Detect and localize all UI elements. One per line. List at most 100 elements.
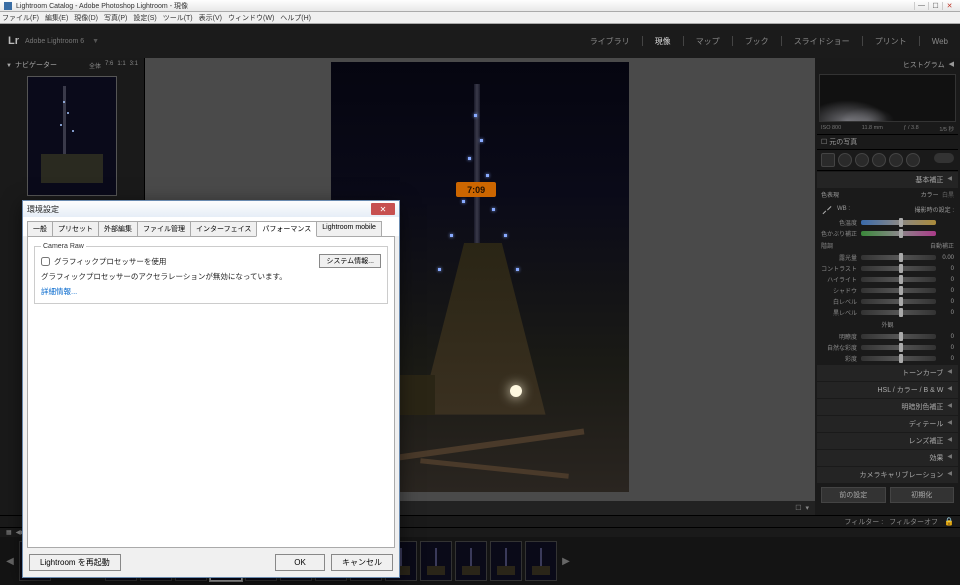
ok-button[interactable]: OK [275, 554, 325, 571]
filter-off[interactable]: フィルターオフ [889, 517, 938, 527]
maximize-button[interactable]: ☐ [928, 2, 942, 10]
module-slideshow[interactable]: スライドショー [790, 36, 854, 47]
thumb[interactable] [455, 541, 487, 581]
redeye-tool-icon[interactable] [855, 153, 869, 167]
close-button[interactable]: ✕ [942, 2, 956, 10]
dialog-title: 環境設定 [27, 204, 59, 215]
clarity-slider[interactable] [861, 334, 936, 339]
section-calibration[interactable]: カメラキャリブレーション◀ [817, 467, 958, 483]
shadows-slider[interactable] [861, 288, 936, 293]
preferences-dialog: 環境設定 ✕ 一般 プリセット 外部編集 ファイル管理 インターフェイス パフォ… [22, 200, 400, 578]
window-title: Lightroom Catalog - Adobe Photoshop Ligh… [16, 1, 188, 11]
brush-tool-icon[interactable] [906, 153, 920, 167]
section-split[interactable]: 明暗別色補正◀ [817, 399, 958, 415]
restart-button[interactable]: Lightroom を再起動 [29, 554, 121, 571]
panel-switch[interactable] [934, 153, 954, 163]
reset-button[interactable]: 初期化 [890, 487, 955, 503]
saturation-slider[interactable] [861, 356, 936, 361]
histogram-header[interactable]: ヒストグラム ◀ [817, 58, 958, 72]
filmstrip-right-arrow[interactable]: ▶ [560, 556, 572, 567]
toolbar-chevron-icon[interactable]: ▾ [805, 504, 809, 512]
tab-performance[interactable]: パフォーマンス [256, 221, 317, 237]
filmstrip-left-arrow[interactable]: ◀ [4, 556, 16, 567]
treatment-color[interactable]: カラー [921, 193, 939, 199]
histogram[interactable] [819, 74, 956, 122]
wb-eyedropper-icon[interactable] [821, 203, 833, 215]
basic-panel-header[interactable]: 基本補正◀ [817, 172, 958, 188]
tab-interface[interactable]: インターフェイス [190, 221, 257, 236]
minimize-button[interactable]: — [914, 2, 928, 10]
menu-edit[interactable]: 編集(E) [45, 13, 68, 23]
section-effects[interactable]: 効果◀ [817, 450, 958, 466]
dialog-close-button[interactable]: ✕ [371, 203, 395, 215]
crop-tool-icon[interactable] [821, 153, 835, 167]
section-hsl[interactable]: HSL / カラー / B & W◀ [817, 382, 958, 398]
tab-filehandling[interactable]: ファイル管理 [137, 221, 191, 236]
module-develop[interactable]: 現像 [651, 36, 675, 47]
wb-label: WB : [837, 206, 850, 212]
previous-settings-button[interactable]: 前の設定 [821, 487, 886, 503]
vibrance-slider[interactable] [861, 345, 936, 350]
tint-slider[interactable] [861, 231, 936, 236]
contrast-slider[interactable] [861, 266, 936, 271]
auto-tone-button[interactable]: 自動補正 [930, 241, 954, 250]
temp-slider[interactable] [861, 220, 936, 225]
navigator-preview[interactable] [27, 76, 117, 196]
whites-slider[interactable] [861, 299, 936, 304]
module-book[interactable]: ブック [741, 36, 773, 47]
module-picker: ライブラリ 現像 マップ ブック スライドショー プリント Web [586, 36, 952, 47]
dialog-footer: Lightroom を再起動 OK キャンセル [23, 548, 399, 577]
use-gpu-checkbox[interactable] [41, 257, 50, 266]
histo-iso: ISO 800 [821, 125, 841, 133]
filter-lock-icon[interactable]: 🔒 [944, 517, 954, 526]
camera-raw-group: Camera Raw システム情報... グラフィックプロセッサーを使用 グラフ… [34, 243, 388, 304]
tab-mobile[interactable]: Lightroom mobile [316, 221, 382, 236]
menu-view[interactable]: 表示(V) [199, 13, 222, 23]
cancel-button[interactable]: キャンセル [331, 554, 393, 571]
system-info-button[interactable]: システム情報... [319, 254, 381, 268]
module-map[interactable]: マップ [692, 36, 724, 47]
module-print[interactable]: プリント [871, 36, 911, 47]
menu-tools[interactable]: ツール(T) [163, 13, 193, 23]
section-lens[interactable]: レンズ補正◀ [817, 433, 958, 449]
original-photo-toggle[interactable]: ☐ 元の写真 [817, 134, 958, 150]
spot-tool-icon[interactable] [838, 153, 852, 167]
details-link[interactable]: 詳細情報... [41, 286, 77, 297]
section-detail[interactable]: ディテール◀ [817, 416, 958, 432]
exposure-slider[interactable] [861, 255, 936, 260]
zoom-1to1[interactable]: 1:1 [117, 61, 125, 70]
menu-settings[interactable]: 設定(S) [133, 13, 156, 23]
module-library[interactable]: ライブラリ [586, 36, 634, 47]
lr-brand: Adobe Lightroom 6 [25, 38, 84, 45]
section-tonecurve[interactable]: トーンカーブ◀ [817, 365, 958, 381]
blacks-slider[interactable] [861, 310, 936, 315]
zoom-extra[interactable]: 7:6 [105, 61, 113, 70]
tab-external[interactable]: 外部編集 [98, 221, 138, 236]
tab-presets[interactable]: プリセット [52, 221, 99, 236]
menu-photo[interactable]: 写真(P) [104, 13, 127, 23]
highlights-slider[interactable] [861, 277, 936, 282]
navigator-zoom: 全体 7:6 1:1 3:1 [89, 61, 138, 70]
thumb[interactable] [525, 541, 557, 581]
radial-tool-icon[interactable] [889, 153, 903, 167]
thumb[interactable] [490, 541, 522, 581]
thumb[interactable] [420, 541, 452, 581]
grid-icon[interactable]: ▦ [6, 529, 12, 536]
menu-develop[interactable]: 現像(D) [74, 13, 98, 23]
soft-proof-checkbox[interactable]: ☐ [795, 504, 801, 512]
menu-file[interactable]: ファイル(F) [2, 13, 39, 23]
zoom-fit[interactable]: 全体 [89, 61, 101, 70]
tab-general[interactable]: 一般 [27, 221, 53, 236]
gradient-tool-icon[interactable] [872, 153, 886, 167]
menu-window[interactable]: ウィンドウ(W) [228, 13, 274, 23]
module-web[interactable]: Web [928, 37, 952, 46]
wb-preset[interactable]: 撮影時の設定 : [915, 205, 954, 214]
right-panel: ヒストグラム ◀ ISO 800 11.8 mm ƒ / 3.8 1/5 秒 ☐… [815, 58, 960, 515]
menu-help[interactable]: ヘルプ(H) [280, 13, 311, 23]
identity-menu-icon[interactable]: ▼ [92, 38, 99, 45]
navigator-header[interactable]: ナビゲーター 全体 7:6 1:1 3:1 [0, 58, 144, 72]
zoom-3to1[interactable]: 3:1 [130, 61, 138, 70]
dialog-titlebar[interactable]: 環境設定 ✕ [23, 201, 399, 217]
treatment-bw[interactable]: 白黒 [942, 193, 954, 199]
app-menubar: ファイル(F) 編集(E) 現像(D) 写真(P) 設定(S) ツール(T) 表… [0, 12, 960, 24]
